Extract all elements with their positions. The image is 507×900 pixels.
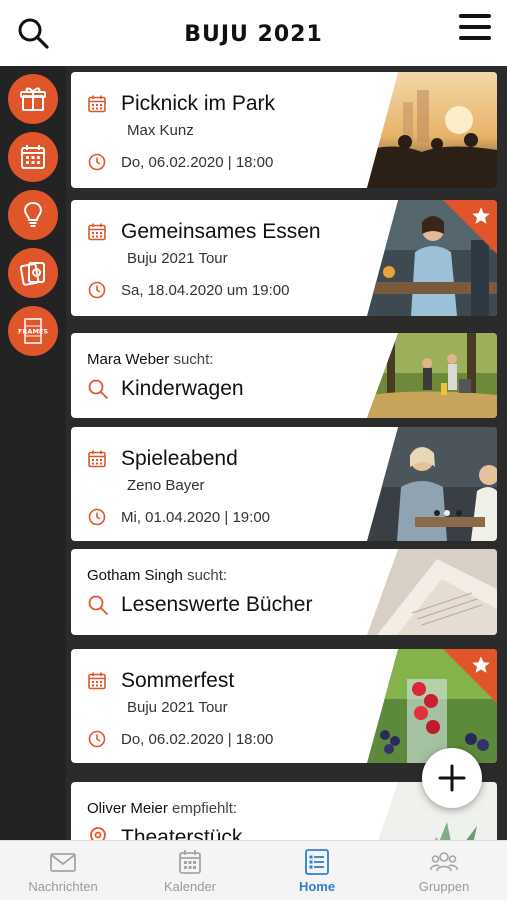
star-icon — [472, 207, 490, 224]
event-card[interactable]: Picknick im Park Max Kunz Do, 06.02.2020… — [71, 72, 497, 188]
clock-icon — [88, 153, 106, 171]
event-date: Do, 06.02.2020 | 18:00 — [121, 153, 274, 171]
plus-icon — [438, 764, 466, 792]
cards-icon — [19, 262, 45, 286]
list-icon — [305, 849, 329, 875]
event-photo — [367, 72, 497, 188]
search-author: Gotham Singh — [87, 567, 183, 584]
home-feed: Picknick im Park Max Kunz Do, 06.02.2020… — [66, 66, 507, 840]
tab-kalender[interactable]: Kalender — [127, 841, 253, 900]
frames-button[interactable]: FRAMES — [8, 306, 58, 356]
clock-icon — [88, 730, 106, 748]
event-photo — [367, 427, 497, 541]
gift-icon — [20, 87, 46, 111]
app-header: BUJU 2021 — [0, 0, 507, 66]
search-author: Mara Weber — [87, 351, 170, 368]
tab-home[interactable]: Home — [254, 841, 380, 900]
recommend-author: Oliver Meier — [87, 800, 168, 817]
search-icon — [88, 595, 108, 615]
frames-label: FRAMES — [18, 328, 48, 336]
calendar-icon — [88, 223, 106, 241]
cards-button[interactable] — [8, 248, 58, 298]
gift-button[interactable] — [8, 74, 58, 124]
search-verb: sucht: — [173, 351, 214, 368]
app-title: BUJU 2021 — [184, 22, 323, 47]
recommend-author-line: Oliver Meier empfiehlt: — [87, 800, 237, 817]
group-icon — [430, 852, 458, 872]
search-author-line: Gotham Singh sucht: — [87, 567, 227, 584]
bottom-tab-bar: Nachrichten Kalender Home Gruppen — [0, 840, 507, 900]
event-host: Zeno Bayer — [127, 477, 205, 494]
event-host: Buju 2021 Tour — [127, 250, 228, 267]
event-card[interactable]: Sommerfest Buju 2021 Tour Do, 06.02.2020… — [71, 649, 497, 763]
add-button[interactable] — [422, 748, 482, 808]
tab-label: Kalender — [163, 879, 217, 894]
event-title: Spieleabend — [121, 447, 238, 470]
event-title: Picknick im Park — [121, 92, 276, 115]
location-pin-icon — [90, 827, 106, 840]
hamburger-menu-icon[interactable] — [459, 14, 491, 42]
tab-label: Gruppen — [418, 879, 470, 894]
search-card[interactable]: Gotham Singh sucht: Lesenswerte Bücher — [71, 549, 497, 635]
quick-action-rail: FRAMES — [0, 66, 66, 840]
clock-icon — [88, 508, 106, 526]
frames-icon: FRAMES — [18, 318, 48, 344]
search-verb: sucht: — [187, 567, 228, 584]
event-date: Do, 06.02.2020 | 18:00 — [121, 730, 274, 748]
calendar-icon — [88, 450, 106, 468]
calendar-icon — [21, 145, 45, 169]
search-card[interactable]: Mara Weber sucht: Kinderwagen — [71, 333, 497, 418]
search-photo — [367, 333, 497, 418]
ideas-button[interactable] — [8, 190, 58, 240]
event-title: Sommerfest — [121, 669, 235, 692]
tab-label: Home — [298, 879, 336, 894]
clock-icon — [88, 281, 106, 299]
event-card[interactable]: Spieleabend Zeno Bayer Mi, 01.04.2020 | … — [71, 427, 497, 541]
lightbulb-icon — [24, 201, 42, 227]
event-date: Sa, 18.04.2020 um 19:00 — [121, 281, 290, 299]
event-host: Max Kunz — [127, 122, 194, 139]
tab-gruppen[interactable]: Gruppen — [381, 841, 507, 900]
event-date: Mi, 01.04.2020 | 19:00 — [121, 508, 271, 526]
recommend-verb: empfiehlt: — [172, 800, 238, 817]
search-author-line: Mara Weber sucht: — [87, 351, 213, 368]
calendar-button[interactable] — [8, 132, 58, 182]
search-title: Lesenswerte Bücher — [121, 593, 313, 616]
search-icon — [88, 379, 108, 399]
search-photo — [367, 549, 497, 635]
event-title: Gemeinsames Essen — [121, 220, 321, 243]
star-icon — [472, 656, 490, 673]
event-card[interactable]: Gemeinsames Essen Buju 2021 Tour Sa, 18.… — [71, 200, 497, 316]
calendar-icon — [179, 850, 201, 874]
recommend-title: Theaterstück — [121, 826, 243, 840]
mail-icon — [50, 853, 76, 872]
tab-nachrichten[interactable]: Nachrichten — [0, 841, 126, 900]
search-title: Kinderwagen — [121, 377, 244, 400]
tab-label: Nachrichten — [28, 879, 98, 894]
calendar-icon — [88, 95, 106, 113]
event-host: Buju 2021 Tour — [127, 699, 228, 716]
calendar-icon — [88, 672, 106, 690]
